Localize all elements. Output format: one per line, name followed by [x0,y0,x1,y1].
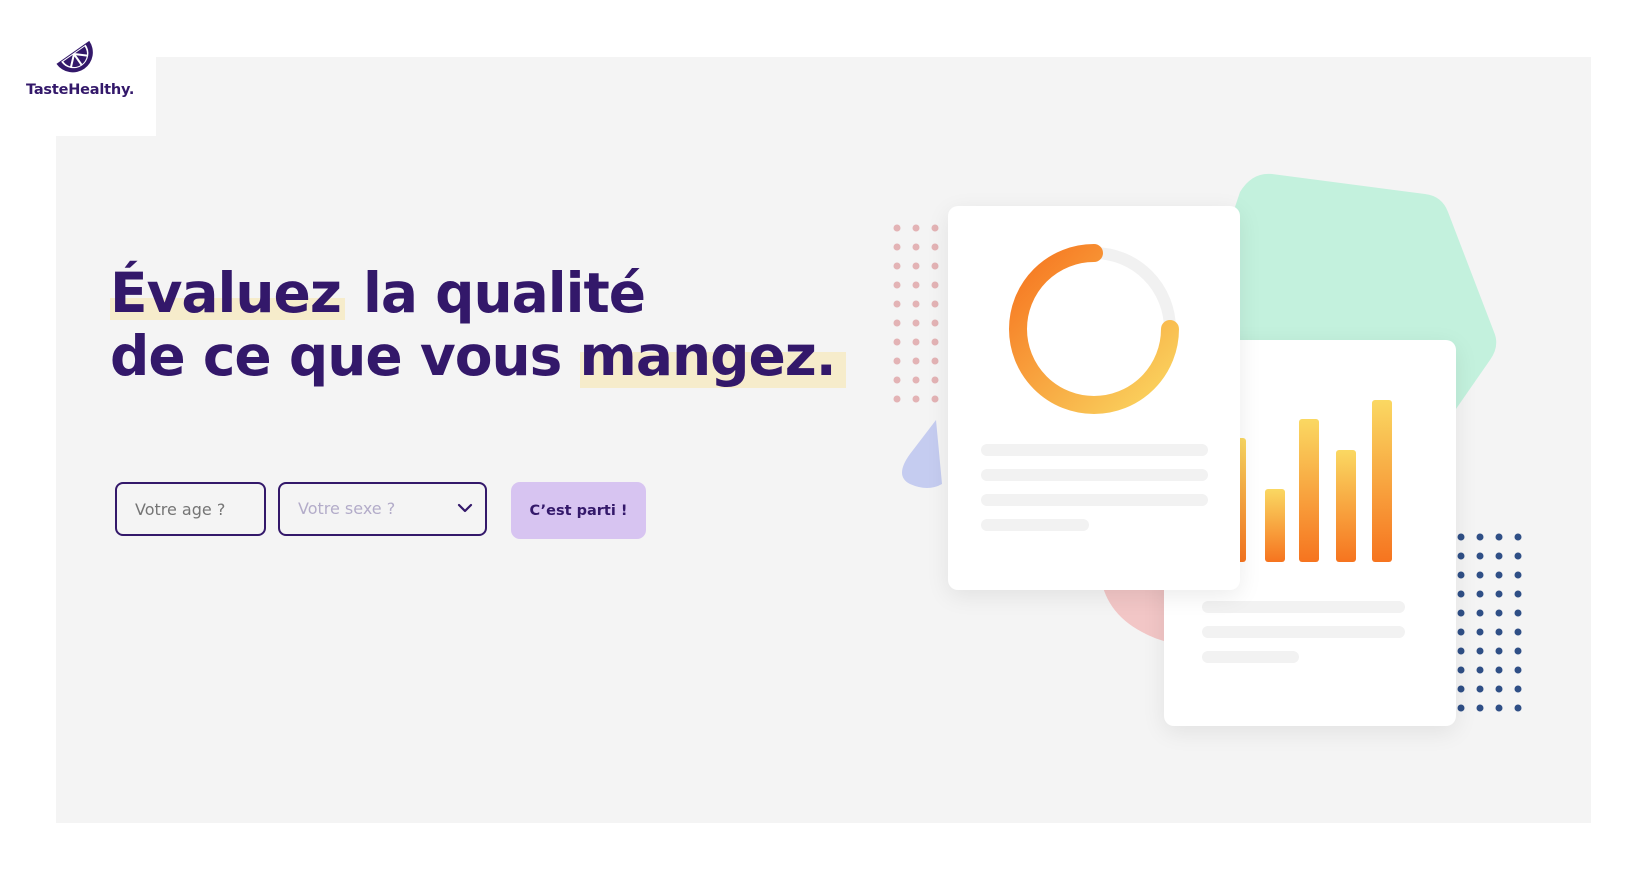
decorative-dot [1476,647,1484,655]
chevron-down-icon [457,503,473,513]
placeholder-line [981,519,1089,531]
decorative-dot [931,338,939,346]
decorative-dot [912,224,920,232]
brand-name: TasteHealthy. [26,82,135,98]
decorative-dot [1495,571,1503,579]
decorative-dot [893,243,901,251]
decorative-dot [893,357,901,365]
sex-select[interactable]: Votre sexe ? [278,482,487,536]
decorative-dot [1476,628,1484,636]
sex-select-placeholder: Votre sexe ? [298,499,396,518]
decorative-dot [1495,685,1503,693]
page-title: Évaluez la qualité de ce que vous mangez… [110,261,846,388]
decorative-dot [912,376,920,384]
decorative-dot [1495,647,1503,655]
decorative-dot [1457,590,1465,598]
placeholder-line [1202,626,1405,638]
donut-chart-icon [1009,244,1179,414]
decorative-dot [912,262,920,270]
decorative-dot [1457,571,1465,579]
decorative-dot [912,281,920,289]
donut-chart-card [948,206,1240,590]
decorative-dot [912,338,920,346]
decorative-dot [1495,666,1503,674]
decorative-dot [1495,552,1503,560]
title-highlight-2: mangez. [579,324,846,388]
decorative-dot [1514,685,1522,693]
decorative-dot [1495,533,1503,541]
decorative-dot [893,376,901,384]
decorative-dot [931,376,939,384]
decorative-dot [912,300,920,308]
placeholder-line [981,494,1208,506]
decorative-dot [1476,571,1484,579]
decorative-dot [1476,666,1484,674]
decorative-dot [1514,533,1522,541]
decorative-dot [1514,552,1522,560]
decorative-dot [931,281,939,289]
decorative-dot [893,300,901,308]
navy-dots-pattern [1457,533,1522,712]
decorative-dot [1457,647,1465,655]
decorative-dot [912,243,920,251]
decorative-dot [893,319,901,327]
lemon-slice-icon [56,40,93,73]
decorative-dot [1495,590,1503,598]
decorative-dot [912,395,920,403]
lavender-shape [902,420,942,488]
decorative-dot [893,224,901,232]
decorative-dot [1476,590,1484,598]
title-line2-rest: de ce que vous [110,324,580,388]
logo[interactable]: TasteHealthy. [0,0,156,136]
decorative-dot [931,262,939,270]
decorative-dot [893,281,901,289]
title-highlight-1: Évaluez [110,261,345,325]
decorative-dot [1476,704,1484,712]
decorative-dot [1457,609,1465,617]
decorative-dot [893,262,901,270]
decorative-dot [912,319,920,327]
decorative-dot [1457,628,1465,636]
decorative-dot [1495,704,1503,712]
decorative-dot [1457,533,1465,541]
decorative-dot [1476,552,1484,560]
placeholder-line [1202,601,1405,613]
decorative-dot [1514,609,1522,617]
title-line1-rest: la qualité [344,261,646,325]
decorative-dot [1514,647,1522,655]
decorative-dot [1476,533,1484,541]
placeholder-line [981,469,1208,481]
decorative-dot [1514,590,1522,598]
decorative-dot [931,319,939,327]
decorative-dot [1476,609,1484,617]
decorative-dot [893,338,901,346]
decorative-dot [931,300,939,308]
age-input[interactable] [115,482,266,536]
decorative-dot [931,395,939,403]
placeholder-line [981,444,1208,456]
decorative-dot [893,395,901,403]
hero-illustration [880,172,1530,732]
placeholder-line [1202,651,1299,663]
decorative-dot [1457,704,1465,712]
decorative-dot [931,357,939,365]
submit-button[interactable]: C’est parti ! [511,482,646,539]
decorative-dot [1457,685,1465,693]
decorative-dot [1514,628,1522,636]
decorative-dot [912,357,920,365]
decorative-dot [931,243,939,251]
decorative-dot [1514,666,1522,674]
decorative-dot [1457,552,1465,560]
decorative-dot [1514,704,1522,712]
decorative-dot [1495,628,1503,636]
decorative-dot [931,224,939,232]
decorative-dot [1495,609,1503,617]
decorative-dot [1514,571,1522,579]
decorative-dot [1476,685,1484,693]
decorative-dot [1457,666,1465,674]
